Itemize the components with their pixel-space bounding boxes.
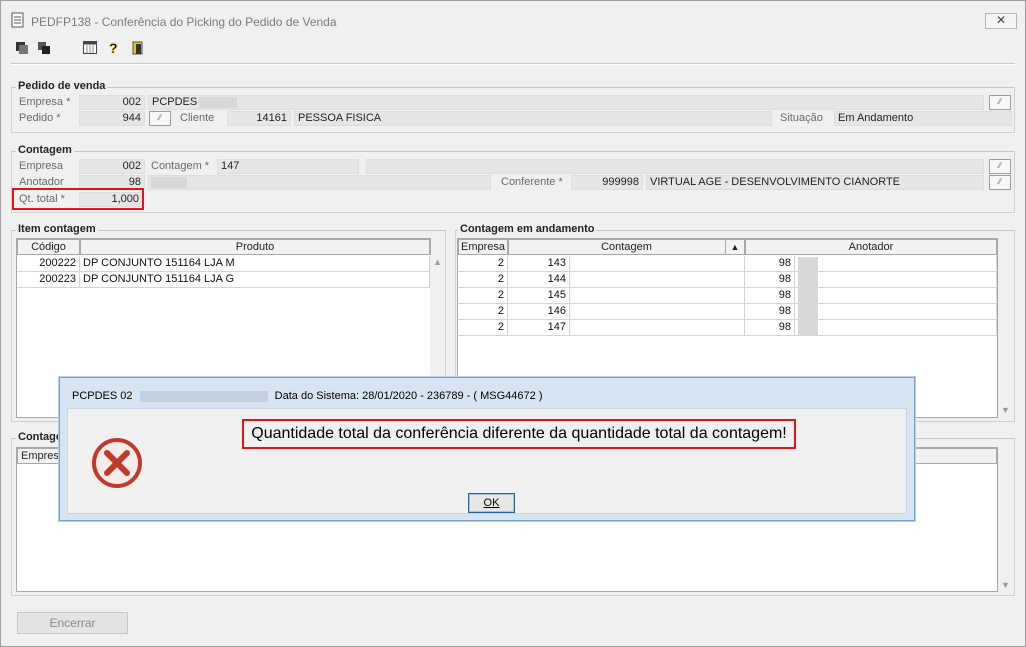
situacao-label: Situação <box>780 112 823 124</box>
contagem-legend: Contagem <box>16 144 74 156</box>
table-cell-contagem[interactable]: 145 <box>508 288 570 304</box>
bottom-scrollbar[interactable]: ▼ <box>998 463 1013 592</box>
table-cell-empty[interactable] <box>570 320 745 336</box>
svg-text:?: ? <box>109 41 118 55</box>
table-cell-anotador[interactable]: 98 <box>745 272 795 288</box>
empresa-lookup-button[interactable]: ⁄⁄ <box>989 95 1011 110</box>
anotador-label: Anotador <box>19 176 64 188</box>
table-cell-empresa[interactable]: 2 <box>458 320 508 336</box>
pedido-legend: Pedido de venda <box>16 80 108 92</box>
cliente-code-field[interactable]: 14161 <box>227 111 291 126</box>
table-cell-contagem[interactable]: 144 <box>508 272 570 288</box>
empresa-field[interactable]: 002 <box>79 95 145 110</box>
table-cell-anotador-name[interactable] <box>795 304 997 320</box>
dialog-title: PCPDES 02 Data do Sistema: 28/01/2020 - … <box>72 390 542 402</box>
table-cell-produto[interactable]: DP CONJUNTO 151164 LJA M <box>80 256 430 272</box>
empresa-label: Empresa * <box>19 96 71 108</box>
andamento-scrollbar[interactable]: ▼ <box>998 255 1013 417</box>
conferente-label: Conferente * <box>501 176 563 188</box>
table-cell-anotador-name[interactable] <box>795 288 997 304</box>
contagem-field[interactable]: 147 <box>217 159 359 174</box>
window-title: PEDFP138 - Conferência do Picking do Ped… <box>31 15 337 29</box>
scroll-up-icon[interactable]: ▲ <box>430 257 445 267</box>
table-cell-empty[interactable] <box>570 256 745 272</box>
table-cell-produto[interactable]: DP CONJUNTO 151164 LJA G <box>80 272 430 288</box>
cliente-label: Cliente <box>180 112 215 124</box>
table-cell-codigo[interactable]: 200223 <box>17 272 80 288</box>
calendar-icon[interactable] <box>83 41 97 55</box>
table-cell-empresa[interactable]: 2 <box>458 304 508 320</box>
main-window: PEDFP138 - Conferência do Picking do Ped… <box>0 0 1026 647</box>
pedido-label: Pedido * <box>19 112 61 124</box>
dialog-title-suffix: Data do Sistema: 28/01/2020 - 236789 - (… <box>274 390 543 402</box>
table-cell-anotador[interactable]: 98 <box>745 304 795 320</box>
table-cell-anotador-name[interactable] <box>795 256 997 272</box>
conferente-name-field[interactable]: VIRTUAL AGE - DESENVOLVIMENTO CIANORTE <box>646 175 984 190</box>
table-cell-empty[interactable] <box>570 288 745 304</box>
col-contagem-header[interactable]: Contagem <box>508 239 745 255</box>
redacted-block <box>151 177 187 188</box>
error-message: Quantidade total da conferência diferent… <box>242 419 796 449</box>
contagem-lookup-button[interactable]: ⁄⁄ <box>989 159 1011 174</box>
scroll-down-icon[interactable]: ▼ <box>998 405 1013 415</box>
empresa-name-text: PCPDES <box>152 96 198 108</box>
conferente-lookup-button[interactable]: ⁄⁄ <box>989 175 1011 190</box>
anotador-name-field[interactable] <box>148 175 491 190</box>
col-empresa-header[interactable]: Empresa <box>458 239 508 255</box>
close-button[interactable]: ✕ <box>985 13 1017 29</box>
contagem-label: Contagem * <box>151 160 210 172</box>
cliente-name-field[interactable]: PESSOA FISICA <box>294 111 772 126</box>
help-icon[interactable]: ? <box>107 41 121 55</box>
contagem-empresa-label: Empresa <box>19 160 64 172</box>
exit-icon[interactable] <box>131 41 145 55</box>
pedido-fieldset <box>11 87 1015 133</box>
import-icon[interactable] <box>15 41 29 55</box>
table-cell-anotador[interactable]: 98 <box>745 320 795 336</box>
sort-up-icon[interactable]: ▲ <box>725 239 745 255</box>
redacted-block <box>199 97 237 108</box>
dialog-body: Quantidade total da conferência diferent… <box>67 408 907 514</box>
error-icon <box>92 438 142 488</box>
redacted-block <box>139 390 268 402</box>
table-cell-anotador-name[interactable] <box>795 272 997 288</box>
table-cell-anotador[interactable]: 98 <box>745 288 795 304</box>
pedido-lookup-button[interactable]: ⁄⁄ <box>149 111 171 126</box>
col-anotador-header[interactable]: Anotador <box>745 239 997 255</box>
qt-total-highlight <box>12 188 144 210</box>
copy-icon[interactable] <box>37 41 51 55</box>
table-cell-contagem[interactable]: 146 <box>508 304 570 320</box>
table-cell-anotador-name[interactable] <box>795 320 997 336</box>
table-cell-empresa[interactable]: 2 <box>458 256 508 272</box>
col-produto-header[interactable]: Produto <box>80 239 430 255</box>
conferente-code-field[interactable]: 999998 <box>571 175 643 190</box>
col-contagem-label: Contagem <box>601 241 652 253</box>
redacted-block <box>798 257 818 335</box>
contagem-desc-field[interactable] <box>366 159 984 174</box>
table-cell-empty[interactable] <box>570 304 745 320</box>
table-cell-empresa[interactable]: 2 <box>458 272 508 288</box>
contagem-empresa-field[interactable]: 002 <box>79 159 145 174</box>
ok-button[interactable]: OK <box>468 493 515 513</box>
table-cell-codigo[interactable]: 200222 <box>17 256 80 272</box>
bottom-legend: Contage <box>16 431 64 443</box>
andamento-legend: Contagem em andamento <box>458 223 597 235</box>
item-contagem-legend: Item contagem <box>16 223 98 235</box>
error-dialog: PCPDES 02 Data do Sistema: 28/01/2020 - … <box>59 377 915 521</box>
scroll-down-icon[interactable]: ▼ <box>998 580 1013 590</box>
encerrar-button[interactable]: Encerrar <box>17 612 128 634</box>
dialog-title-prefix: PCPDES 02 <box>72 390 133 402</box>
col-codigo-header[interactable]: Código <box>17 239 80 255</box>
situacao-field[interactable]: Em Andamento <box>834 111 1012 126</box>
title-bar: PEDFP138 - Conferência do Picking do Ped… <box>1 1 1025 31</box>
table-cell-contagem[interactable]: 147 <box>508 320 570 336</box>
pedido-field[interactable]: 944 <box>79 111 145 126</box>
table-cell-anotador[interactable]: 98 <box>745 256 795 272</box>
table-cell-empty[interactable] <box>570 272 745 288</box>
document-icon <box>11 12 24 28</box>
toolbar-separator <box>11 63 1015 65</box>
empresa-name-field[interactable]: PCPDES <box>148 95 984 110</box>
table-cell-contagem[interactable]: 143 <box>508 256 570 272</box>
table-cell-empresa[interactable]: 2 <box>458 288 508 304</box>
